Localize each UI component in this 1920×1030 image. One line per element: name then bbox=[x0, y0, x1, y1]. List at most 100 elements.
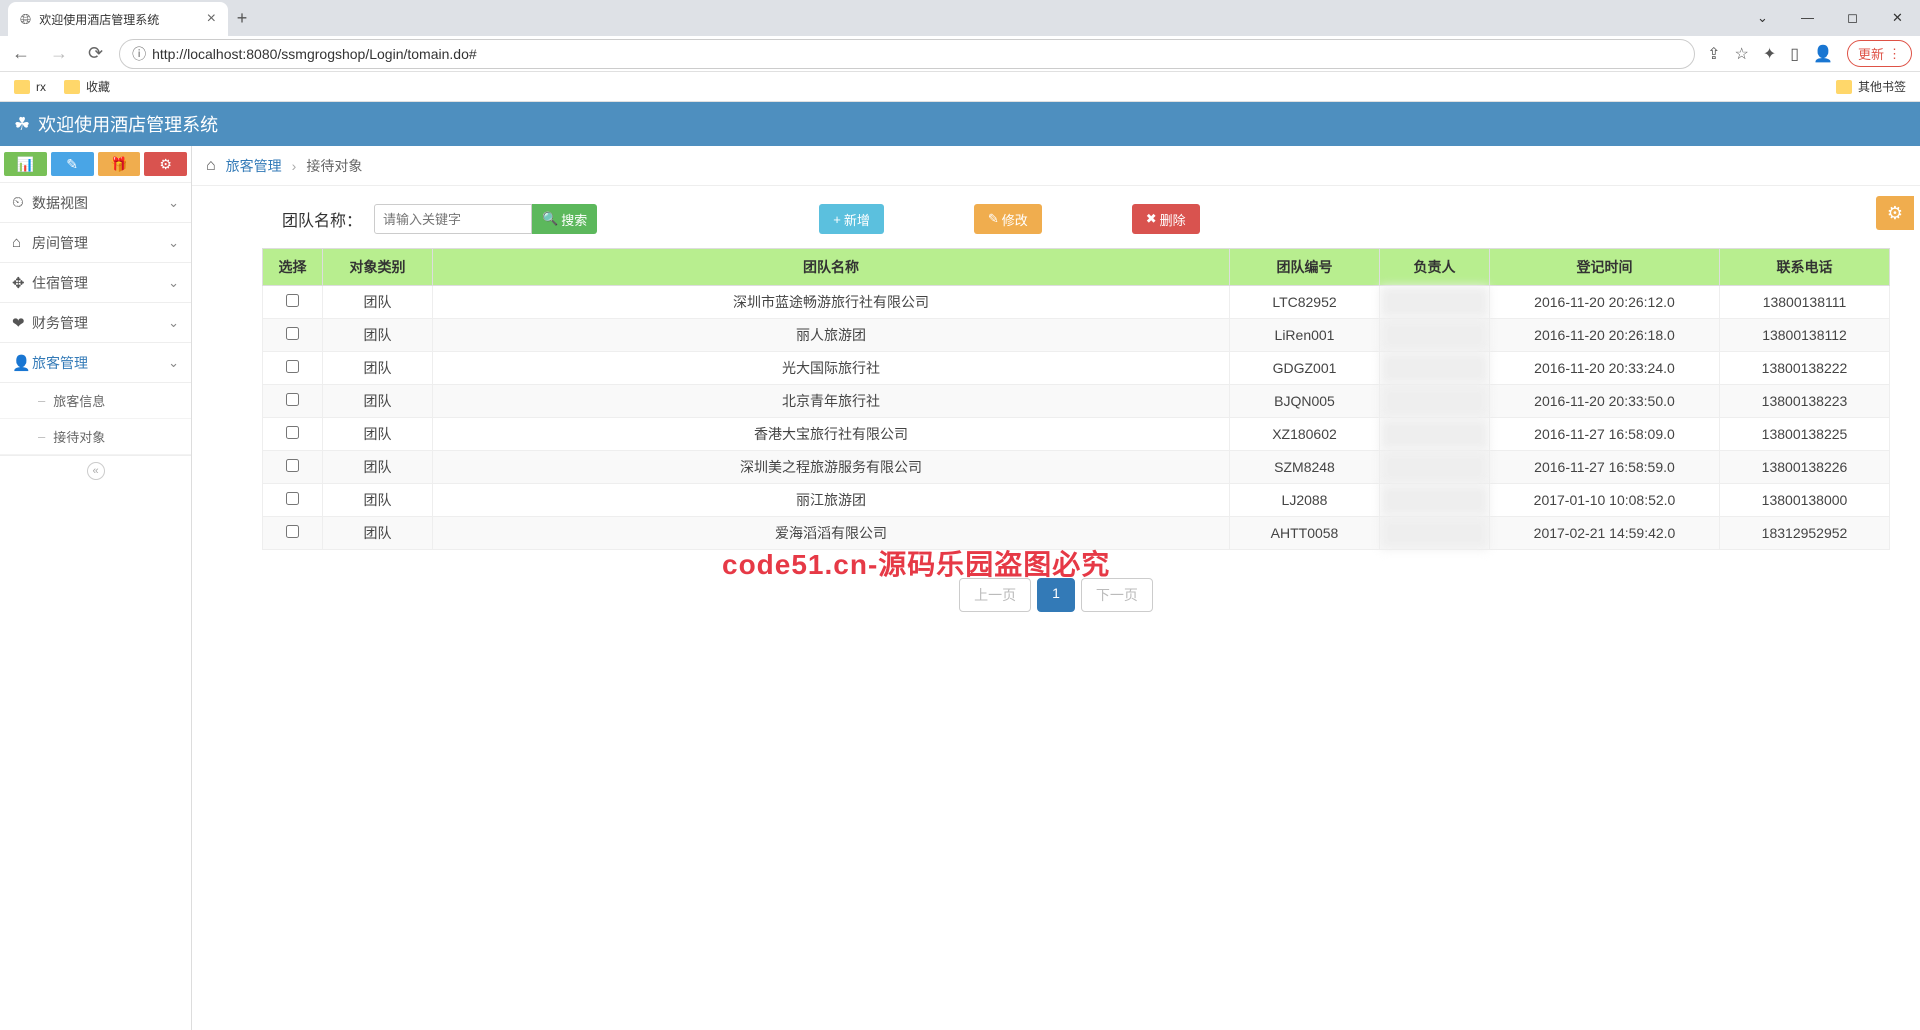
nav-icon: ⌂ bbox=[12, 234, 32, 251]
sidebar-item-2[interactable]: ✥住宿管理⌄ bbox=[0, 263, 191, 303]
bookmark-favorites[interactable]: 收藏 bbox=[64, 78, 110, 95]
star-icon[interactable]: ☆ bbox=[1735, 44, 1749, 64]
cell: ██ bbox=[1380, 418, 1490, 451]
app-title: 欢迎使用酒店管理系统 bbox=[38, 111, 218, 137]
bookmarks-bar: rx 收藏 其他书签 bbox=[0, 72, 1920, 102]
cell: 2017-02-21 14:59:42.0 bbox=[1490, 517, 1720, 550]
chevron-right-icon: ⌄ bbox=[168, 195, 179, 211]
back-icon[interactable]: ← bbox=[8, 43, 34, 64]
row-checkbox[interactable] bbox=[286, 525, 299, 538]
search-icon: 🔍 bbox=[542, 211, 558, 227]
cell: 团队 bbox=[323, 319, 433, 352]
nav-label: 旅客管理 bbox=[32, 353, 168, 373]
close-window-icon[interactable]: ✕ bbox=[1875, 10, 1920, 26]
table-row: 团队香港大宝旅行社有限公司XZ180602██2016-11-27 16:58:… bbox=[263, 418, 1890, 451]
nav-icon: ⏲ bbox=[12, 194, 32, 211]
sidebar-item-1[interactable]: ⌂房间管理⌄ bbox=[0, 223, 191, 263]
address-bar: ← → ⟳ ⓘ http://localhost:8080/ssmgrogsho… bbox=[0, 36, 1920, 72]
sidebar-item-3[interactable]: ❤财务管理⌄ bbox=[0, 303, 191, 343]
cell: GDGZ001 bbox=[1230, 352, 1380, 385]
row-checkbox[interactable] bbox=[286, 360, 299, 373]
edit-button[interactable]: ✎修改 bbox=[974, 204, 1042, 234]
cell: 13800138225 bbox=[1720, 418, 1890, 451]
cell: ██ bbox=[1380, 319, 1490, 352]
table-row: 团队北京青年旅行社BJQN005██2016-11-20 20:33:50.01… bbox=[263, 385, 1890, 418]
update-button[interactable]: 更新⋮ bbox=[1847, 40, 1912, 67]
cell: ██ bbox=[1380, 484, 1490, 517]
browser-tab[interactable]: 🌐︎ 欢迎使用酒店管理系统 × bbox=[8, 2, 228, 36]
breadcrumb: ⌂ 旅客管理 › 接待对象 bbox=[192, 146, 1920, 186]
search-button[interactable]: 🔍搜索 bbox=[532, 204, 597, 234]
settings-gear[interactable]: ⚙ bbox=[1876, 196, 1914, 230]
gear-icon: ⚙ bbox=[1887, 203, 1903, 224]
row-checkbox[interactable] bbox=[286, 393, 299, 406]
cell: 丽江旅游团 bbox=[433, 484, 1230, 517]
breadcrumb-parent[interactable]: 旅客管理 bbox=[226, 156, 282, 176]
nav-icon: ✥ bbox=[12, 274, 32, 292]
col-header: 选择 bbox=[263, 249, 323, 286]
url-field[interactable]: ⓘ http://localhost:8080/ssmgrogshop/Logi… bbox=[119, 39, 1695, 69]
page-1[interactable]: 1 bbox=[1037, 578, 1075, 612]
cell: BJQN005 bbox=[1230, 385, 1380, 418]
nav-label: 数据视图 bbox=[32, 193, 168, 213]
dropdown-icon[interactable]: ⌄ bbox=[1740, 10, 1785, 26]
minimize-icon[interactable]: — bbox=[1785, 10, 1830, 26]
search-box: 🔍搜索 bbox=[374, 204, 597, 234]
reload-icon[interactable]: ⟳ bbox=[84, 43, 107, 64]
sidebar-top-buttons: 📊 ✎ 🎁 ⚙ bbox=[0, 146, 191, 183]
info-icon: ⓘ bbox=[132, 44, 146, 64]
sidebar-subitem-0[interactable]: 旅客信息 bbox=[0, 383, 191, 419]
home-icon[interactable]: ⌂ bbox=[206, 157, 216, 175]
nav-icon: ❤ bbox=[12, 314, 32, 332]
leaf-icon: ☘ bbox=[14, 114, 30, 135]
new-tab-button[interactable]: + bbox=[228, 8, 256, 29]
nav-label: 财务管理 bbox=[32, 313, 168, 333]
chevron-right-icon: ⌄ bbox=[168, 235, 179, 251]
share-icon[interactable]: ⚙ bbox=[144, 152, 187, 176]
main-layout: 📊 ✎ 🎁 ⚙ ⏲数据视图⌄⌂房间管理⌄✥住宿管理⌄❤财务管理⌄👤旅客管理⌄旅客… bbox=[0, 146, 1920, 1030]
cell: 2016-11-27 16:58:09.0 bbox=[1490, 418, 1720, 451]
cell: 13800138223 bbox=[1720, 385, 1890, 418]
stats-icon[interactable]: 📊 bbox=[4, 152, 47, 176]
sidebar-item-4[interactable]: 👤旅客管理⌄ bbox=[0, 343, 191, 383]
search-input[interactable] bbox=[374, 204, 532, 234]
tab-title: 欢迎使用酒店管理系统 bbox=[39, 11, 198, 28]
window-controls: ⌄ — ◻ ✕ bbox=[1740, 10, 1920, 26]
bookmark-rx[interactable]: rx bbox=[14, 80, 46, 94]
sidebar-item-0[interactable]: ⏲数据视图⌄ bbox=[0, 183, 191, 223]
breadcrumb-sep: › bbox=[292, 158, 297, 174]
forward-icon[interactable]: → bbox=[46, 43, 72, 64]
action-buttons: +新增 ✎修改 ✖删除 bbox=[819, 204, 1199, 234]
gift-icon[interactable]: 🎁 bbox=[98, 152, 141, 176]
cell: 团队 bbox=[323, 385, 433, 418]
row-checkbox[interactable] bbox=[286, 327, 299, 340]
row-checkbox[interactable] bbox=[286, 492, 299, 505]
profile-icon[interactable]: 👤 bbox=[1813, 44, 1833, 64]
row-checkbox[interactable] bbox=[286, 294, 299, 307]
collapse-sidebar[interactable]: « bbox=[0, 455, 191, 486]
maximize-icon[interactable]: ◻ bbox=[1830, 10, 1875, 26]
col-header: 联系电话 bbox=[1720, 249, 1890, 286]
chevron-right-icon: ⌄ bbox=[168, 315, 179, 331]
panel-icon[interactable]: ▯ bbox=[1790, 44, 1799, 64]
sidebar: 📊 ✎ 🎁 ⚙ ⏲数据视图⌄⌂房间管理⌄✥住宿管理⌄❤财务管理⌄👤旅客管理⌄旅客… bbox=[0, 146, 192, 1030]
other-bookmarks[interactable]: 其他书签 bbox=[1836, 78, 1906, 95]
col-header: 负责人 bbox=[1380, 249, 1490, 286]
cell: LTC82952 bbox=[1230, 286, 1380, 319]
search-label: 团队名称： bbox=[282, 207, 362, 231]
next-page[interactable]: 下一页 bbox=[1081, 578, 1153, 612]
table-wrap: 选择对象类别团队名称团队编号负责人登记时间联系电话 团队深圳市蓝途畅游旅行社有限… bbox=[192, 244, 1920, 554]
close-icon[interactable]: × bbox=[207, 10, 216, 28]
prev-page[interactable]: 上一页 bbox=[959, 578, 1031, 612]
cell: ██ bbox=[1380, 451, 1490, 484]
row-checkbox[interactable] bbox=[286, 426, 299, 439]
add-button[interactable]: +新增 bbox=[819, 204, 884, 234]
delete-button[interactable]: ✖删除 bbox=[1132, 204, 1200, 234]
edit-icon[interactable]: ✎ bbox=[51, 152, 94, 176]
extensions-icon[interactable]: ✦ bbox=[1763, 44, 1776, 64]
cell: ██ bbox=[1380, 517, 1490, 550]
row-checkbox[interactable] bbox=[286, 459, 299, 472]
table-row: 团队深圳市蓝途畅游旅行社有限公司LTC82952██2016-11-20 20:… bbox=[263, 286, 1890, 319]
sidebar-subitem-1[interactable]: 接待对象 bbox=[0, 419, 191, 455]
share-icon[interactable]: ⇪ bbox=[1707, 44, 1720, 64]
